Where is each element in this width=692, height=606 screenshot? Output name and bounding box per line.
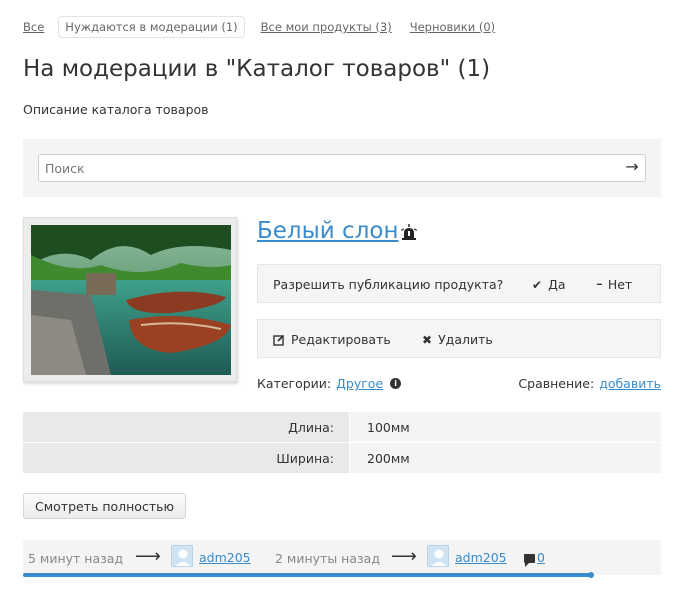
approve-button[interactable]: ✔ Да bbox=[532, 277, 566, 292]
delete-label: Удалить bbox=[438, 332, 493, 347]
approve-label: Да bbox=[548, 277, 566, 292]
product-image-frame[interactable] bbox=[23, 217, 237, 382]
view-full-button[interactable]: Смотреть полностью bbox=[23, 493, 186, 519]
progress-handle bbox=[588, 572, 594, 578]
compare-add-link[interactable]: добавить bbox=[599, 376, 661, 391]
history-bar: 5 минут назад ⟶ adm205 2 минуты назад ⟶ … bbox=[23, 540, 661, 575]
edit-label: Редактировать bbox=[291, 332, 391, 347]
search-input[interactable] bbox=[38, 154, 646, 182]
spec-value: 100мм bbox=[350, 412, 661, 442]
actions-panel: Редактировать ✖ Удалить bbox=[257, 319, 661, 358]
edit-button[interactable]: Редактировать bbox=[273, 332, 391, 347]
table-row: Ширина: 200мм bbox=[23, 443, 661, 473]
spec-key: Ширина: bbox=[23, 443, 349, 473]
check-icon: ✔ bbox=[532, 277, 543, 292]
updated-time: 2 минуты назад bbox=[275, 551, 380, 566]
minus-icon: ━ bbox=[597, 280, 602, 289]
reject-button[interactable]: ━ Нет bbox=[597, 277, 632, 292]
categories-label: Категории: bbox=[257, 376, 332, 391]
publish-question: Разрешить публикацию продукта? bbox=[273, 277, 504, 292]
spec-key: Длина: bbox=[23, 412, 349, 442]
tab-drafts[interactable]: Черновики (0) bbox=[410, 16, 495, 38]
tab-all[interactable]: Все bbox=[23, 16, 44, 38]
compare-label: Сравнение: bbox=[518, 376, 595, 391]
progress-fill bbox=[23, 573, 591, 577]
search-panel: → bbox=[23, 139, 661, 197]
created-time: 5 минут назад bbox=[28, 551, 124, 566]
spec-value: 200мм bbox=[350, 443, 661, 473]
avatar[interactable] bbox=[171, 545, 193, 567]
specs-table: Длина: 100мм Ширина: 200мм bbox=[23, 412, 661, 474]
avatar[interactable] bbox=[427, 545, 449, 567]
comments-count-link[interactable]: 0 bbox=[537, 550, 545, 565]
comment-icon bbox=[524, 554, 535, 567]
history-progress bbox=[23, 572, 594, 578]
close-icon: ✖ bbox=[422, 332, 433, 347]
category-link[interactable]: Другое bbox=[336, 376, 383, 391]
status-tabs: Все Нуждаются в модерации (1) Все мои пр… bbox=[23, 16, 513, 38]
alarm-icon bbox=[400, 224, 418, 240]
updated-by-user-link[interactable]: adm205 bbox=[455, 550, 507, 565]
categories-row: Категории: Другое i bbox=[257, 376, 402, 391]
info-icon[interactable]: i bbox=[390, 378, 402, 389]
product-photo bbox=[31, 225, 231, 375]
product-title-link[interactable]: Белый слон bbox=[257, 218, 399, 244]
delete-button[interactable]: ✖ Удалить bbox=[422, 332, 493, 347]
arrow-right-icon: ⟶ bbox=[135, 546, 161, 567]
reject-label: Нет bbox=[607, 277, 633, 292]
publish-panel: Разрешить публикацию продукта? ✔ Да ━ Не… bbox=[257, 264, 661, 303]
tab-needs-moderation[interactable]: Нуждаются в модерации (1) bbox=[58, 16, 245, 38]
catalog-description: Описание каталога товаров bbox=[23, 102, 209, 117]
created-by-user-link[interactable]: adm205 bbox=[199, 550, 251, 565]
arrow-right-icon: ⟶ bbox=[391, 546, 417, 567]
edit-icon bbox=[273, 334, 285, 346]
tab-all-my-products[interactable]: Все мои продукты (3) bbox=[261, 16, 392, 38]
arrow-right-icon[interactable]: → bbox=[619, 154, 645, 182]
compare-row: Сравнение: добавить bbox=[518, 376, 661, 391]
table-row: Длина: 100мм bbox=[23, 412, 661, 442]
page-title: На модерации в "Каталог товаров" (1) bbox=[23, 56, 491, 82]
